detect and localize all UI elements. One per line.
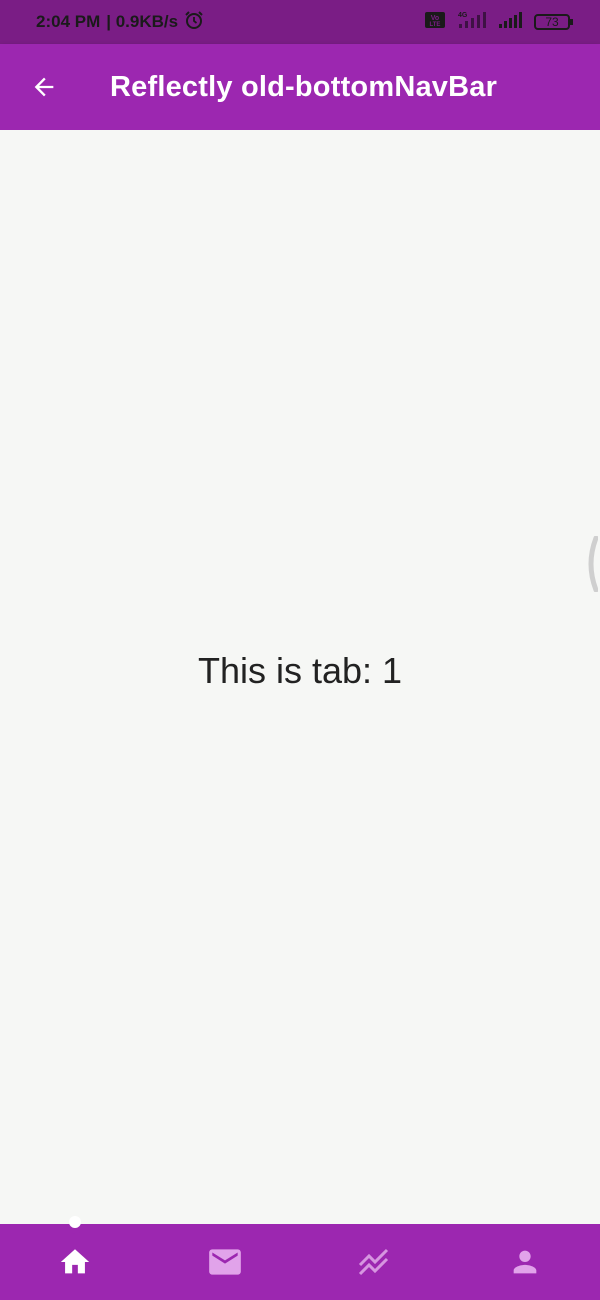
svg-text:Vo: Vo — [431, 15, 439, 22]
edge-swipe-handle[interactable] — [584, 535, 599, 593]
mail-icon — [209, 1249, 241, 1275]
main-content: This is tab: 1 — [0, 130, 600, 1224]
nav-item-mail[interactable] — [150, 1224, 300, 1300]
page-title: Reflectly old-bottomNavBar — [110, 70, 498, 103]
battery-icon: 73 — [534, 12, 574, 32]
signal-4g-icon: 4G — [456, 10, 488, 35]
trending-icon — [358, 1248, 389, 1276]
status-right: Vo LTE 4G 73 — [424, 10, 574, 35]
volte-icon: Vo LTE — [424, 10, 446, 35]
tab-content-text: This is tab: 1 — [197, 650, 403, 691]
status-speed: | 0.9KB/s — [106, 12, 179, 31]
arrow-left-icon — [34, 77, 54, 97]
nav-item-trending[interactable] — [300, 1224, 450, 1300]
home-icon — [60, 1249, 90, 1274]
status-time: 2:04 PM — [36, 12, 101, 31]
back-button[interactable] — [22, 65, 66, 109]
svg-text:LTE: LTE — [430, 22, 441, 28]
person-icon — [513, 1250, 537, 1274]
alarm-icon — [184, 10, 204, 35]
battery-level: 73 — [545, 15, 559, 29]
signal-icon — [498, 10, 524, 35]
svg-text:4G: 4G — [458, 12, 468, 19]
nav-item-profile[interactable] — [450, 1224, 600, 1300]
status-bar: 2:04 PM | 0.9KB/s Vo LTE 4G 73 — [0, 0, 600, 44]
status-left: 2:04 PM | 0.9KB/s — [36, 10, 204, 35]
app-bar: Reflectly old-bottomNavBar — [0, 44, 600, 130]
active-tab-indicator — [56, 1214, 94, 1236]
